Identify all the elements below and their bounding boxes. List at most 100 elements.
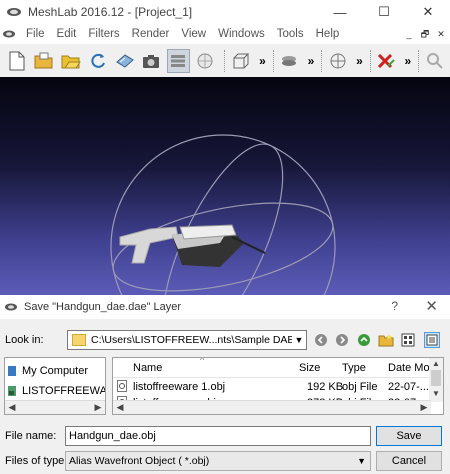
meshlab-logo-icon: [5, 303, 17, 311]
parent-folder-button[interactable]: [356, 332, 372, 348]
save-dialog: Save "Handgun_dae.dae" Layer ? ✕ Look in…: [0, 295, 450, 474]
menu-windows[interactable]: Windows: [212, 28, 271, 40]
file-type-select[interactable]: Alias Wavefront Object ( *.obj) ▼: [65, 451, 371, 471]
chevron-left-icon[interactable]: ◀: [113, 401, 127, 414]
toolbar-separator: [418, 49, 420, 72]
chevron-right-icon[interactable]: ▶: [417, 401, 431, 414]
save-button[interactable]: Save: [376, 426, 442, 446]
3d-viewport[interactable]: [0, 77, 450, 295]
menu-edit[interactable]: Edit: [51, 28, 83, 40]
scene-render: [110, 134, 336, 295]
look-in-row: Look in: C:\Users\LISTOFFREEW...nts\Samp…: [0, 329, 450, 351]
trackball-ring: [162, 143, 284, 295]
reload-icon: [91, 53, 105, 68]
new-folder-icon: [378, 334, 394, 347]
menu-view[interactable]: View: [175, 28, 212, 40]
file-size: 192 KB: [307, 381, 344, 393]
file-list-horizontal-scrollbar[interactable]: ◀ ▶: [113, 400, 431, 414]
help-button[interactable]: ?: [391, 299, 398, 313]
back-arrow-icon: [315, 334, 327, 346]
chevron-up-icon[interactable]: ▲: [429, 358, 443, 370]
new-project-button[interactable]: [6, 49, 29, 73]
open-mesh-button[interactable]: [60, 49, 83, 73]
folder-icon: [72, 334, 86, 346]
open-mesh-icon: [61, 55, 81, 68]
column-header-type[interactable]: Type: [342, 362, 366, 374]
bounding-box-icon: [233, 53, 249, 68]
chevron-down-icon: ▼: [357, 456, 366, 466]
scrollbar-thumb[interactable]: [431, 370, 441, 386]
minimize-button[interactable]: —: [318, 0, 362, 24]
computer-icon: [8, 366, 16, 376]
window-titlebar: MeshLab 2016.12 - [Project_1] — ☐ ✕: [0, 0, 450, 24]
main-toolbar: » » » »: [0, 44, 450, 77]
column-header-size[interactable]: Size: [299, 362, 320, 374]
trackball-ring: [110, 134, 336, 295]
menu-render[interactable]: Render: [126, 28, 176, 40]
list-view-button[interactable]: [400, 332, 416, 348]
target-icon: [330, 53, 346, 68]
save-snapshot-button[interactable]: [113, 49, 136, 73]
close-button[interactable]: ✕: [406, 0, 450, 24]
open-project-button[interactable]: [33, 49, 56, 73]
menu-bar: File Edit Filters Render View Windows To…: [0, 24, 450, 44]
render-mode-icon: [197, 53, 213, 68]
sphere-button[interactable]: [278, 49, 301, 73]
detail-view-icon: [426, 334, 438, 346]
look-in-label: Look in:: [5, 334, 44, 346]
layers-button[interactable]: [166, 48, 190, 73]
document-restore-button[interactable]: 🗗: [418, 27, 432, 41]
menu-file[interactable]: File: [20, 28, 51, 40]
file-name-row: File name: Save: [0, 425, 450, 447]
menu-help[interactable]: Help: [310, 28, 346, 40]
toolbar-separator: [224, 49, 226, 72]
file-list-header: Name ^ Size Type Date Mo: [113, 358, 431, 378]
maximize-button[interactable]: ☐: [362, 0, 406, 24]
back-button[interactable]: [313, 332, 329, 348]
column-header-date[interactable]: Date Mo: [388, 362, 430, 374]
toolbar-overflow-3[interactable]: »: [356, 54, 363, 68]
dialog-title: Save "Handgun_dae.dae" Layer: [24, 301, 182, 313]
render-mode-button[interactable]: [194, 49, 217, 73]
cancel-button[interactable]: Cancel: [376, 451, 442, 471]
menu-filters[interactable]: Filters: [82, 28, 125, 40]
toolbar-overflow-2[interactable]: »: [308, 54, 315, 68]
detail-view-button[interactable]: [424, 332, 440, 348]
reload-button[interactable]: [86, 49, 109, 73]
places-sidebar: My Computer LISTOFFREEWARE ◀ ▶: [4, 357, 106, 415]
places-horizontal-scrollbar[interactable]: ◀ ▶: [5, 400, 105, 414]
forward-button[interactable]: [334, 332, 350, 348]
toolbar-overflow-1[interactable]: »: [259, 54, 266, 68]
file-name-input[interactable]: [65, 426, 371, 446]
file-type-value: Alias Wavefront Object ( *.obj): [69, 455, 210, 467]
chevron-left-icon[interactable]: ◀: [5, 401, 19, 414]
delete-button[interactable]: [375, 49, 398, 73]
menu-tools[interactable]: Tools: [271, 28, 310, 40]
search-button[interactable]: [423, 49, 446, 73]
file-name-label: File name:: [5, 430, 57, 442]
file-obj-icon: [117, 380, 127, 395]
new-folder-button[interactable]: [378, 332, 394, 348]
place-my-computer[interactable]: My Computer: [7, 362, 88, 380]
place-user-folder[interactable]: LISTOFFREEWARE: [7, 382, 105, 400]
bounding-box-button[interactable]: [229, 49, 252, 73]
target-button[interactable]: [326, 49, 349, 73]
chevron-down-icon[interactable]: ▼: [429, 388, 443, 400]
file-type-label: Files of type:: [5, 455, 68, 467]
file-type-row: Files of type: Alias Wavefront Object ( …: [0, 450, 450, 472]
up-arrow-icon: [358, 334, 370, 346]
save-snapshot-icon: [115, 53, 134, 68]
column-header-name[interactable]: Name: [133, 362, 162, 374]
file-row[interactable]: listoffreeware 1.obj 192 KB obj File 22-…: [113, 380, 431, 396]
dialog-close-button[interactable]: ✕: [425, 297, 438, 315]
look-in-combo[interactable]: C:\Users\LISTOFFREEW...nts\Sample DAE Fi…: [67, 330, 307, 350]
grid-view-icon: [401, 333, 415, 347]
file-list-vertical-scrollbar[interactable]: ▲ ▼: [429, 358, 443, 402]
document-minimize-button[interactable]: _: [402, 27, 416, 41]
toolbar-overflow-4[interactable]: »: [405, 54, 412, 68]
chevron-right-icon[interactable]: ▶: [91, 401, 105, 414]
snapshot-button[interactable]: [140, 49, 163, 73]
document-close-button[interactable]: ✕: [434, 27, 448, 41]
document-logo-icon[interactable]: [2, 27, 16, 41]
place-label: My Computer: [22, 365, 89, 377]
